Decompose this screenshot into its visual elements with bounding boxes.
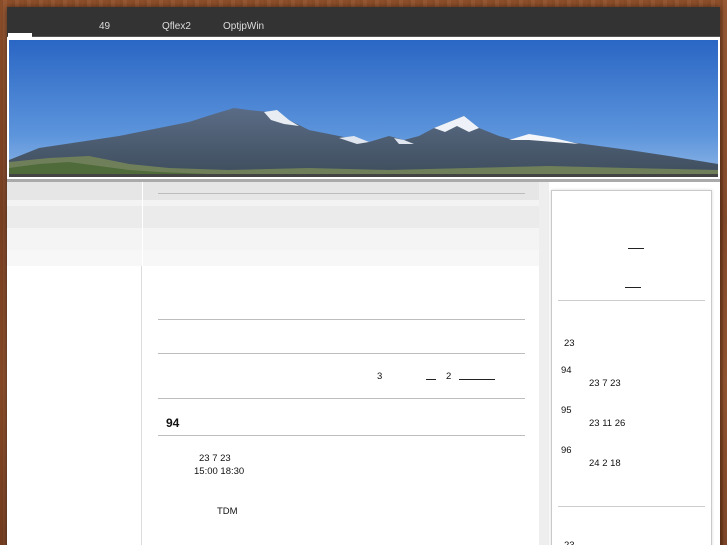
content-band	[143, 182, 539, 200]
divider	[158, 353, 525, 354]
left-menu-row[interactable]	[7, 206, 142, 228]
left-menu-row[interactable]	[7, 228, 142, 250]
event-place: TDM	[217, 506, 238, 517]
page-frame: 49 Qflex2 OptjpWin 3 2 94 23 7 23 15:00 …	[7, 7, 720, 545]
divider	[158, 398, 525, 399]
sidebar-link-stub[interactable]	[625, 287, 641, 288]
nav-item-optjpwin[interactable]: OptjpWin	[223, 21, 264, 32]
sidebar-entry-date: 23 11 26	[589, 418, 626, 429]
mountain-illustration	[9, 40, 718, 174]
blank-field	[459, 379, 495, 380]
top-navigation: 49 Qflex2 OptjpWin	[7, 7, 720, 37]
sidebar-bottom-value: 23	[564, 540, 575, 545]
left-menu-row[interactable]	[7, 250, 142, 266]
divider	[158, 319, 525, 320]
sidebar-divider	[558, 300, 705, 301]
nav-active-indicator	[8, 33, 32, 37]
left-sidebar	[7, 182, 142, 545]
content-band	[143, 228, 539, 250]
section-heading: 94	[166, 416, 180, 430]
right-sidebar: 23 94 23 7 23 95 23 11 26 96 24 2 18 23	[551, 190, 712, 545]
stat-value-2: 2	[446, 371, 452, 382]
sidebar-first-value: 23	[564, 338, 575, 349]
event-time: 15:00 18:30	[194, 466, 245, 477]
column-gap	[539, 182, 549, 545]
divider	[158, 193, 525, 194]
stat-value-3: 3	[377, 371, 383, 382]
mountain-banner-image	[9, 40, 718, 177]
sidebar-link-stub[interactable]	[628, 248, 644, 249]
main-content: 3 2 94 23 7 23 15:00 18:30 TDM	[143, 182, 539, 545]
event-date: 23 7 23	[199, 453, 231, 464]
sidebar-entry-number[interactable]: 94	[561, 365, 572, 376]
sidebar-divider	[558, 506, 705, 507]
sidebar-entry-date: 24 2 18	[589, 458, 621, 469]
blank-field	[426, 379, 436, 380]
nav-item-qflex2[interactable]: Qflex2	[162, 21, 191, 32]
nav-item-49[interactable]: 49	[99, 21, 110, 32]
sidebar-entry-date: 23 7 23	[589, 378, 621, 389]
sidebar-entry-number[interactable]: 95	[561, 405, 572, 416]
content-band	[143, 206, 539, 228]
sidebar-entry-number[interactable]: 96	[561, 445, 572, 456]
left-menu-row[interactable]	[7, 182, 142, 200]
divider	[158, 435, 525, 436]
content-band	[143, 250, 539, 266]
